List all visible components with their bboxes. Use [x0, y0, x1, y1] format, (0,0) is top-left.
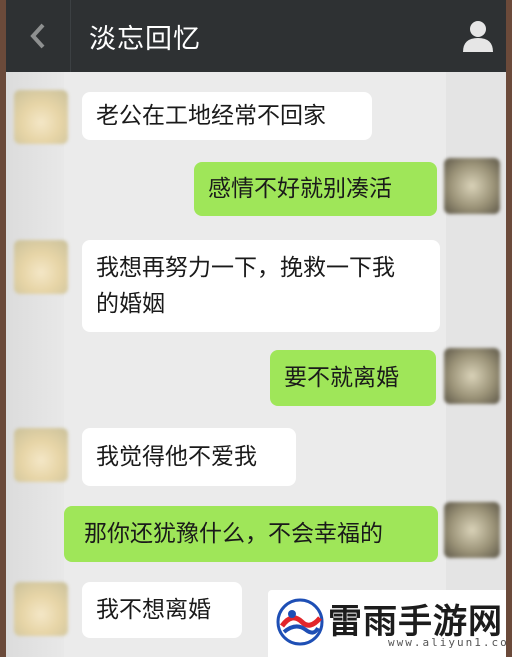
message-text: 我不想离婚 — [96, 597, 211, 623]
site-watermark: 雷雨手游网 www.aliyun1.com — [268, 590, 512, 657]
my-avatar[interactable] — [444, 502, 500, 558]
blurred-left-edge — [6, 72, 64, 657]
message-text-line: 我想再努力一下，挽救一下我 — [96, 255, 395, 281]
message-text: 要不就离婚 — [284, 365, 399, 391]
message-text-line: 的婚姻 — [96, 291, 165, 317]
chat-title: 淡忘回忆 — [89, 23, 201, 55]
back-button[interactable] — [6, 0, 71, 72]
contact-avatar[interactable] — [14, 240, 68, 294]
contact-profile-button[interactable] — [460, 18, 496, 54]
message-text: 那你还犹豫什么，不会幸福的 — [84, 521, 383, 547]
user-icon — [463, 21, 493, 52]
message-text: 我觉得他不爱我 — [96, 444, 257, 470]
chat-header: 淡忘回忆 — [6, 0, 506, 72]
contact-avatar[interactable] — [14, 428, 68, 482]
contact-avatar[interactable] — [14, 582, 68, 636]
sent-message-bubble[interactable]: 感情不好就别凑活 — [194, 162, 437, 216]
received-message-bubble[interactable]: 我觉得他不爱我 — [82, 428, 296, 486]
watermark-url: www.aliyun1.com — [388, 636, 512, 649]
chat-window: 淡忘回忆 老公在工地经常不回家 感情不好就别凑活 我想再努力一下，挽救一下我 的… — [0, 0, 512, 657]
received-message-bubble[interactable]: 我不想离婚 — [82, 582, 242, 638]
my-avatar[interactable] — [444, 348, 500, 404]
site-logo-icon — [276, 598, 324, 646]
contact-avatar[interactable] — [14, 90, 68, 144]
my-avatar[interactable] — [444, 158, 500, 214]
received-message-bubble[interactable]: 我想再努力一下，挽救一下我 的婚姻 — [82, 240, 440, 332]
sent-message-bubble[interactable]: 那你还犹豫什么，不会幸福的 — [64, 506, 438, 562]
back-arrow-icon — [30, 23, 45, 49]
message-text: 老公在工地经常不回家 — [96, 103, 326, 129]
received-message-bubble[interactable]: 老公在工地经常不回家 — [82, 92, 372, 140]
sent-message-bubble[interactable]: 要不就离婚 — [270, 350, 436, 406]
message-text: 感情不好就别凑活 — [208, 176, 392, 202]
